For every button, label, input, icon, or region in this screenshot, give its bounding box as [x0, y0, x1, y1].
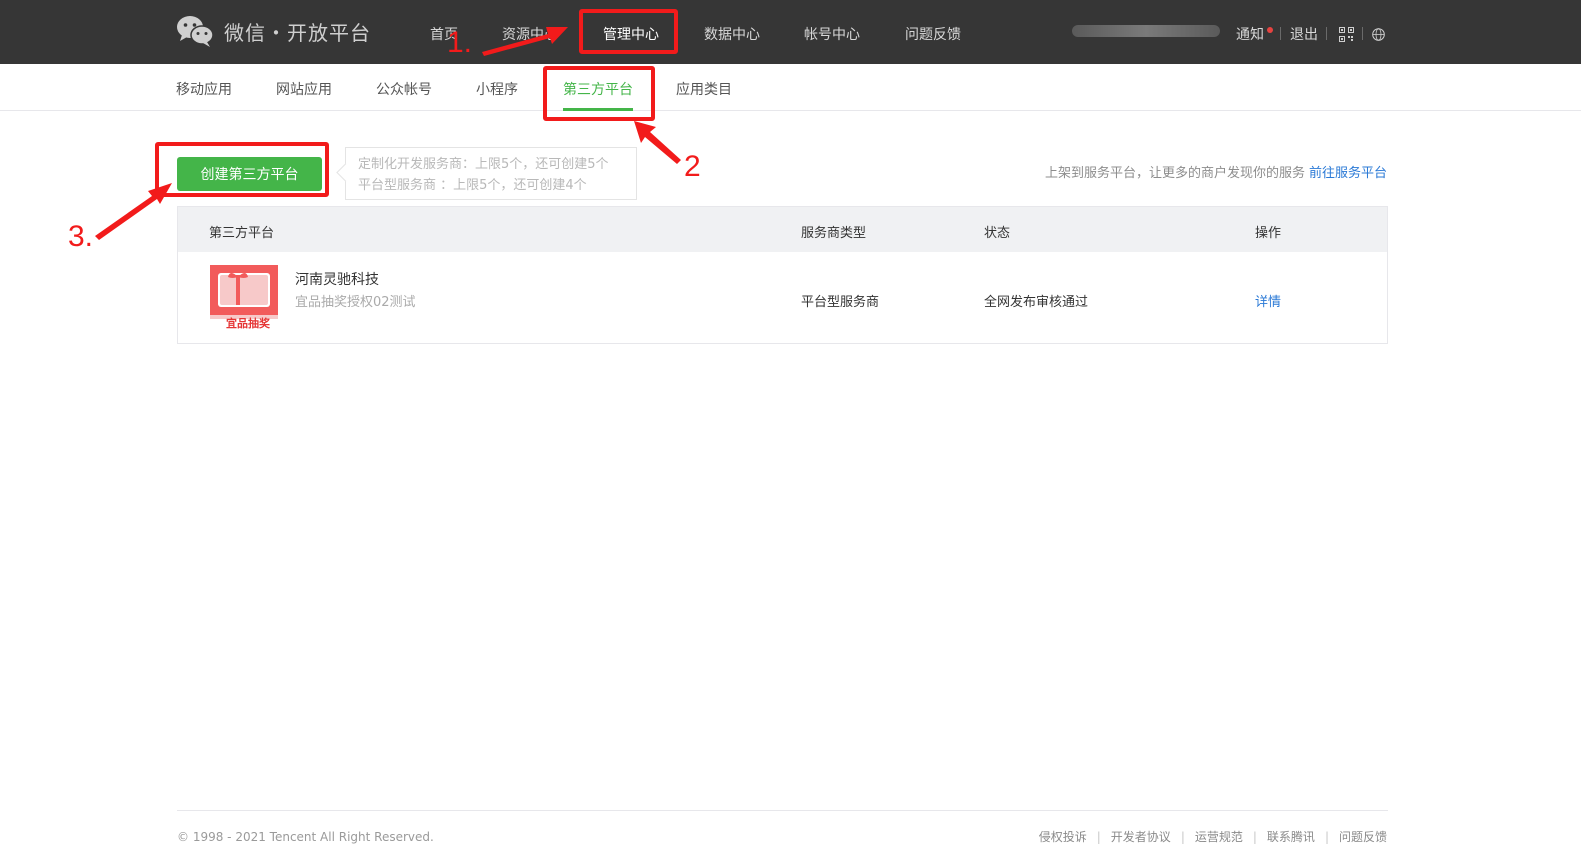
column-header-platform: 第三方平台	[209, 226, 275, 241]
footer-link-infringement[interactable]: 侵权投诉	[1039, 830, 1087, 844]
app-icon-label: 宜品抽奖	[226, 317, 270, 330]
divider: |	[1252, 830, 1257, 844]
tab-app-category[interactable]: 应用类目	[676, 79, 732, 99]
divider: |	[1324, 830, 1329, 844]
annotation-step1-label: 1.	[447, 26, 473, 59]
notice-badge	[1267, 27, 1273, 33]
footer-link-feedback[interactable]: 问题反馈	[1339, 830, 1387, 844]
divider	[1280, 27, 1281, 40]
qrcode-icon[interactable]	[1339, 27, 1354, 42]
tip-platform-quota: 平台型服务商 ：上限5个，还可创建4个	[358, 178, 587, 193]
notice-link[interactable]: 通知	[1236, 24, 1264, 44]
logout-link[interactable]: 退出	[1290, 24, 1318, 44]
column-header-action: 操作	[1255, 226, 1282, 241]
footer-links: 侵权投诉 | 开发者协议 | 运营规范 | 联系腾讯 | 问题反馈	[1039, 828, 1387, 845]
nav-resource-center[interactable]: 资源中心	[502, 24, 558, 44]
column-header-status: 状态	[984, 226, 1011, 241]
divider	[1362, 27, 1363, 40]
nav-feedback[interactable]: 问题反馈	[905, 24, 961, 44]
annotation-step2-label: 2	[684, 150, 701, 183]
table-header: 第三方平台 服务商类型 状态 操作	[178, 207, 1387, 252]
nav-data-center[interactable]: 数据中心	[704, 24, 760, 44]
tip-custom-dev-quota: 定制化开发服务商：上限5个，还可创建5个	[358, 157, 609, 172]
globe-icon[interactable]	[1372, 28, 1385, 41]
footer-link-developer-agreement[interactable]: 开发者协议	[1111, 830, 1171, 844]
account-email-blurred[interactable]	[1072, 25, 1220, 37]
tab-mini-program[interactable]: 小程序	[476, 79, 518, 99]
annotation-box-third-party-tab	[543, 66, 655, 121]
wechat-icon	[177, 16, 214, 47]
provider-type: 平台型服务商	[801, 295, 880, 310]
divider	[1326, 27, 1327, 40]
copyright: © 1998 - 2021 Tencent All Right Reserved…	[177, 830, 434, 844]
footer-link-contact-tencent[interactable]: 联系腾讯	[1267, 830, 1315, 844]
footer-divider	[177, 810, 1388, 811]
tab-website-app[interactable]: 网站应用	[276, 79, 332, 99]
detail-link[interactable]: 详情	[1255, 291, 1281, 310]
wechat-logo[interactable]: 微信・开放平台	[176, 14, 371, 48]
column-header-type: 服务商类型	[801, 226, 867, 241]
brand-title: 微信・开放平台	[224, 20, 371, 45]
service-platform-promo: 上架到服务平台，让更多的商户发现你的服务 前往服务平台	[1045, 162, 1387, 181]
sub-navigation: 移动应用 网站应用 公众帐号 小程序 第三方平台 应用类目	[0, 64, 1581, 111]
platform-description: 宜品抽奖授权02测试	[295, 295, 416, 310]
annotation-step3-label: 3.	[68, 220, 94, 253]
footer-link-operation-rules[interactable]: 运营规范	[1195, 830, 1243, 844]
nav-account-center[interactable]: 帐号中心	[804, 24, 860, 44]
tab-official-account[interactable]: 公众帐号	[376, 79, 432, 99]
divider: |	[1180, 830, 1185, 844]
tab-mobile-app[interactable]: 移动应用	[176, 79, 232, 99]
divider: |	[1096, 830, 1101, 844]
annotation-arrows	[95, 27, 681, 240]
platform-table: 第三方平台 服务商类型 状态 操作 宜品抽奖 河南灵驰科技 宜品抽奖授权02测试…	[177, 206, 1388, 344]
arrow-step2	[634, 121, 681, 164]
top-navigation-bar: 微信・开放平台 首页 资源中心 管理中心 数据中心 帐号中心 问题反馈 通知 退…	[0, 0, 1581, 64]
annotation-box-management	[579, 9, 678, 54]
platform-name: 河南灵驰科技	[295, 272, 379, 288]
quota-tip: 定制化开发服务商：上限5个，还可创建5个 平台型服务商 ：上限5个，还可创建4个	[345, 147, 637, 200]
annotation-box-create-button	[155, 142, 329, 197]
promo-text: 上架到服务平台，让更多的商户发现你的服务	[1044, 166, 1305, 181]
go-service-platform-link[interactable]: 前往服务平台	[1309, 166, 1387, 181]
status-text: 全网发布审核通过	[984, 295, 1089, 310]
